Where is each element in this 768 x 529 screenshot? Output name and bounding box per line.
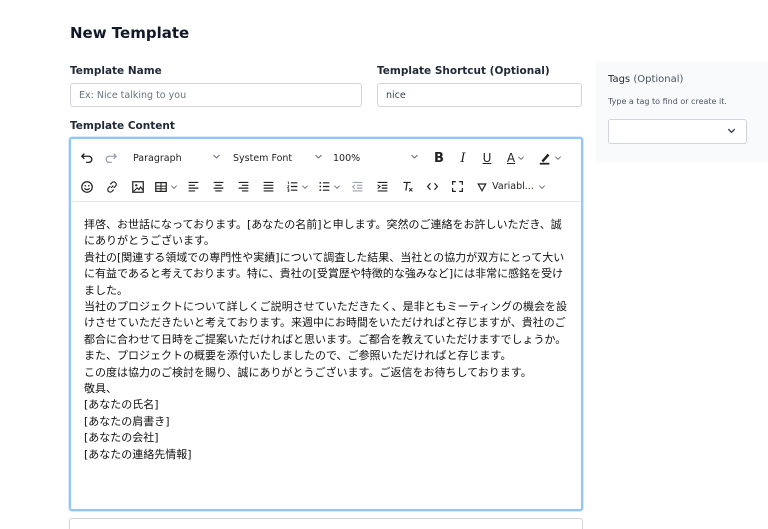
highlight-color-button[interactable]	[533, 147, 567, 169]
editor-line: 敬具、	[84, 382, 117, 396]
chevron-down-icon	[333, 183, 341, 191]
editor-content[interactable]: 拝啓、お世話になっております。[あなたの名前]と申します。突然のご連絡をお許しい…	[84, 217, 571, 463]
chevron-down-icon	[410, 152, 419, 164]
chevron-down-icon	[212, 152, 221, 164]
clear-formatting-icon[interactable]	[395, 176, 420, 198]
editor-line: [あなたの会社]	[84, 431, 159, 445]
table-icon[interactable]	[151, 176, 181, 198]
chevron-down-icon	[314, 152, 323, 164]
next-field-box	[69, 518, 583, 529]
link-icon[interactable]	[99, 176, 125, 198]
chevron-down-icon	[301, 183, 309, 191]
tags-select[interactable]	[608, 119, 747, 144]
editor-line: [あなたの氏名]	[84, 398, 159, 412]
undo-icon[interactable]	[75, 147, 99, 169]
template-shortcut-input[interactable]	[377, 83, 582, 107]
editor-line: 当社のプロジェクトについて詳しくご説明させていただきたく、是非ともミーティングの…	[84, 300, 568, 346]
redo-icon[interactable]	[99, 147, 123, 169]
tags-hint: Type a tag to find or create it.	[608, 97, 727, 106]
template-name-input[interactable]	[70, 83, 362, 107]
underline-button[interactable]: U	[475, 147, 499, 169]
font-family-dropdown[interactable]: System Font	[229, 147, 327, 169]
editor-line: また、プロジェクトの概要を添付いたしましたので、ご参照いただければと存じます。	[84, 349, 512, 363]
variables-dropdown[interactable]: Variabl...	[472, 176, 550, 198]
template-name-label: Template Name	[70, 65, 162, 77]
text-color-button[interactable]: A	[499, 147, 533, 169]
align-right-icon[interactable]	[231, 176, 256, 198]
align-left-icon[interactable]	[181, 176, 206, 198]
chevron-down-icon	[170, 183, 178, 191]
template-shortcut-label: Template Shortcut (Optional)	[377, 65, 550, 77]
editor-toolbar-row-1: Paragraph System Font 100% B I U A	[71, 143, 581, 173]
editor-line: [あなたの連絡先情報]	[84, 447, 192, 461]
rich-text-editor[interactable]: Paragraph System Font 100% B I U A Varia…	[69, 137, 583, 511]
tags-panel: Tags (Optional) Type a tag to find or cr…	[596, 62, 768, 162]
numbered-list-icon[interactable]	[281, 176, 313, 198]
image-icon[interactable]	[125, 176, 151, 198]
chevron-down-icon	[517, 154, 525, 162]
editor-line: [あなたの肩書き]	[84, 414, 170, 428]
tags-label: Tags (Optional)	[608, 74, 684, 85]
editor-line: この度は協力のご検討を賜り、誠にありがとうございます。ご返信をお待ちしております…	[84, 365, 532, 379]
template-content-label: Template Content	[70, 120, 175, 132]
outdent-icon[interactable]	[345, 176, 370, 198]
bullet-list-icon[interactable]	[313, 176, 345, 198]
align-center-icon[interactable]	[206, 176, 231, 198]
chevron-down-icon	[726, 125, 737, 139]
editor-line: 拝啓、お世話になっております。[あなたの名前]と申します。突然のご連絡をお許しい…	[84, 218, 562, 248]
fullscreen-icon[interactable]	[445, 176, 470, 198]
block-format-dropdown[interactable]: Paragraph	[129, 147, 225, 169]
indent-icon[interactable]	[370, 176, 395, 198]
chevron-down-icon	[538, 183, 546, 191]
align-justify-icon[interactable]	[256, 176, 281, 198]
font-size-dropdown[interactable]: 100%	[329, 147, 423, 169]
italic-button[interactable]: I	[451, 147, 475, 169]
editor-line: 貴社の[関連する領域での専門性や実績]について調査した結果、当社との協力が双方に…	[84, 250, 565, 297]
chevron-down-icon	[554, 154, 562, 162]
emoji-icon[interactable]	[75, 176, 99, 198]
variable-tag-icon	[476, 181, 488, 193]
editor-toolbar-row-2: Variabl...	[71, 172, 581, 202]
highlighter-icon	[538, 151, 552, 165]
page-title: New Template	[70, 24, 190, 42]
bold-button[interactable]: B	[427, 147, 451, 169]
code-icon[interactable]	[420, 176, 445, 198]
